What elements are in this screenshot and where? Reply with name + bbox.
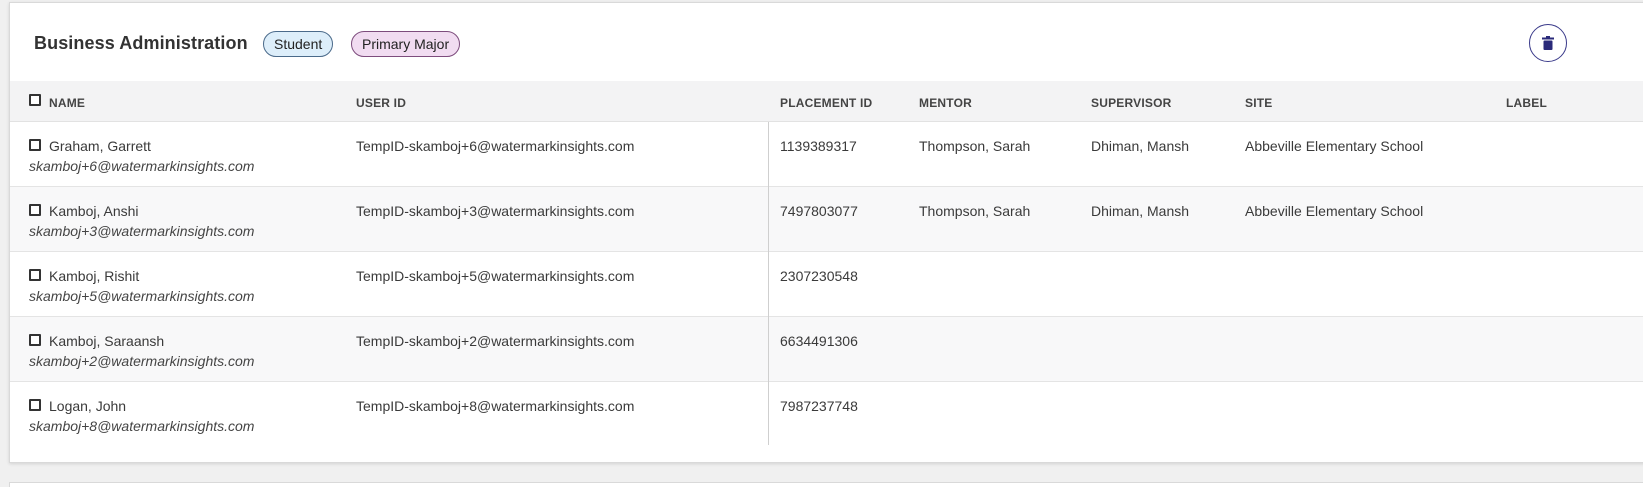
select-all-checkbox[interactable] (29, 94, 41, 106)
student-name: Kamboj, Rishit (49, 268, 140, 284)
row-checkbox[interactable] (29, 399, 41, 411)
column-header-label[interactable]: LABEL (1506, 96, 1547, 110)
user-id-cell: TempID-skamboj+6@watermarkinsights.com (356, 138, 635, 154)
column-header-mentor[interactable]: MENTOR (919, 96, 972, 110)
user-id-cell: TempID-skamboj+3@watermarkinsights.com (356, 203, 635, 219)
table-header: NAME USER ID PLACEMENT ID MENTOR SUPERVI… (10, 81, 1643, 122)
row-checkbox[interactable] (29, 269, 41, 281)
student-name: Kamboj, Anshi (49, 203, 139, 219)
site-cell: Abbeville Elementary School (1245, 203, 1424, 219)
frozen-column-divider (768, 122, 769, 445)
section-header: Business Administration Student Primary … (10, 3, 1643, 83)
placement-id-cell: 7987237748 (780, 398, 858, 414)
supervisor-cell: Dhiman, Mansh (1091, 203, 1190, 219)
student-email: skamboj+2@watermarkinsights.com (29, 353, 255, 369)
placement-id-cell: 6634491306 (780, 333, 858, 349)
column-header-name[interactable]: NAME (49, 96, 85, 110)
placement-id-cell: 7497803077 (780, 203, 858, 219)
column-header-user-id[interactable]: USER ID (356, 96, 406, 110)
placement-id-cell: 1139389317 (780, 138, 857, 154)
column-header-supervisor[interactable]: SUPERVISOR (1091, 96, 1171, 110)
site-cell: Abbeville Elementary School (1245, 138, 1424, 154)
trash-icon (1542, 36, 1554, 50)
row-checkbox[interactable] (29, 334, 41, 346)
row-checkbox[interactable] (29, 204, 41, 216)
primary-major-badge: Primary Major (351, 31, 461, 57)
supervisor-cell: Dhiman, Mansh (1091, 138, 1190, 154)
student-email: skamboj+6@watermarkinsights.com (29, 158, 255, 174)
student-name: Kamboj, Saraansh (49, 333, 165, 349)
user-id-cell: TempID-skamboj+8@watermarkinsights.com (356, 398, 635, 414)
section-card: Business Administration Student Primary … (9, 2, 1643, 463)
student-email: skamboj+5@watermarkinsights.com (29, 288, 255, 304)
table-row[interactable]: Graham, Garrett skamboj+6@watermarkinsig… (10, 122, 1643, 187)
column-header-site[interactable]: SITE (1245, 96, 1272, 110)
student-email: skamboj+3@watermarkinsights.com (29, 223, 255, 239)
delete-button[interactable] (1529, 24, 1567, 62)
student-email: skamboj+8@watermarkinsights.com (29, 418, 255, 434)
mentor-cell: Thompson, Sarah (919, 203, 1031, 219)
row-checkbox[interactable] (29, 139, 41, 151)
student-name: Logan, John (49, 398, 127, 414)
student-name: Graham, Garrett (49, 138, 151, 154)
next-section-card (9, 482, 1643, 487)
placement-id-cell: 2307230548 (780, 268, 858, 284)
table-row[interactable]: Kamboj, Saraansh skamboj+2@watermarkinsi… (10, 317, 1643, 382)
column-header-placement-id[interactable]: PLACEMENT ID (780, 96, 872, 110)
user-id-cell: TempID-skamboj+2@watermarkinsights.com (356, 333, 635, 349)
user-id-cell: TempID-skamboj+5@watermarkinsights.com (356, 268, 635, 284)
section-title: Business Administration (34, 33, 248, 53)
table-row[interactable]: Kamboj, Rishit skamboj+5@watermarkinsigh… (10, 252, 1643, 317)
table-row[interactable]: Logan, John skamboj+8@watermarkinsights.… (10, 382, 1643, 447)
table-row[interactable]: Kamboj, Anshi skamboj+3@watermarkinsight… (10, 187, 1643, 252)
student-badge: Student (263, 31, 334, 57)
mentor-cell: Thompson, Sarah (919, 138, 1031, 154)
